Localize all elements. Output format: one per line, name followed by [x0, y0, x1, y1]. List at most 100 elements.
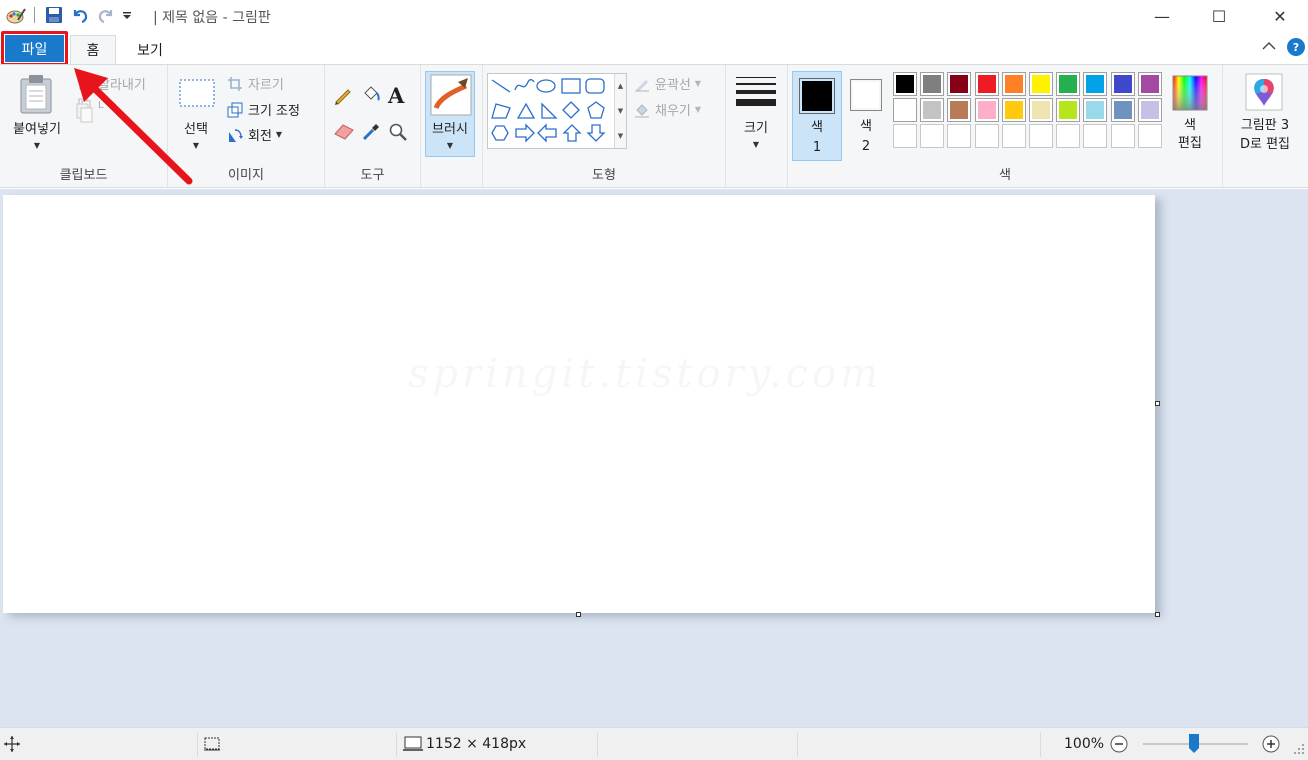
outline-button[interactable]: 윤곽선 ▼ [633, 74, 701, 93]
resize-handle-right[interactable] [1155, 401, 1160, 406]
tab-home[interactable]: 홈 [70, 35, 116, 64]
watermark-text: springit.tistory.com [408, 351, 882, 397]
palette-swatch[interactable] [1001, 72, 1026, 96]
fill-bucket-icon[interactable] [361, 85, 381, 109]
zoom-in-icon[interactable] [1262, 735, 1280, 757]
shape-gallery[interactable]: ▲ ▼ ▼ [487, 73, 627, 149]
color-picker-icon[interactable] [361, 122, 381, 146]
shapes-group-label: 도형 [592, 168, 616, 183]
rotate-button[interactable]: 회전 ▼ [226, 125, 282, 144]
palette-empty-slot[interactable] [893, 124, 917, 148]
color1-label: 색 [811, 120, 823, 135]
close-button[interactable]: ✕ [1257, 0, 1303, 32]
zoom-out-icon[interactable] [1110, 735, 1128, 757]
pencil-icon[interactable] [333, 85, 353, 109]
fill-label: 채우기 [655, 104, 691, 119]
select-icon[interactable] [179, 79, 215, 111]
undo-icon[interactable] [71, 6, 89, 28]
resize-handle-corner[interactable] [1155, 612, 1160, 617]
paste-icon[interactable] [18, 73, 56, 119]
window-title: | 제목 없음 - 그림판 [153, 10, 271, 26]
palette-empty-slot[interactable] [1083, 124, 1108, 148]
palette-swatch[interactable] [974, 98, 999, 122]
tab-file[interactable]: 파일 [5, 35, 64, 62]
copy-hint: L [98, 99, 104, 111]
palette-swatch[interactable] [1083, 72, 1108, 96]
brush-button[interactable]: 브러시 ▼ [425, 71, 475, 157]
palette-swatch[interactable] [974, 72, 999, 96]
resize-handle-bottom[interactable] [576, 612, 581, 617]
redo-icon[interactable] [97, 6, 115, 28]
zoom-percent: 100% [1064, 736, 1105, 752]
gallery-expand-icon[interactable]: ▼ [618, 132, 623, 140]
paint-app-icon[interactable] [6, 6, 26, 30]
scroll-down-icon[interactable]: ▼ [618, 107, 623, 115]
help-icon[interactable]: ? [1287, 38, 1305, 56]
text-tool-icon[interactable]: A [388, 83, 404, 108]
edit-with-paint3d-button[interactable]: 그림판 3 D로 편집 [1227, 73, 1303, 159]
paint3d-icon [1245, 73, 1283, 115]
palette-empty-slot[interactable] [947, 124, 972, 148]
chevron-down-icon: ▼ [446, 141, 454, 150]
chevron-down-icon: ▼ [694, 79, 702, 88]
chevron-down-icon: ▼ [275, 130, 283, 139]
palette-swatch[interactable] [1137, 98, 1162, 122]
select-button[interactable]: 선택 ▼ [174, 118, 218, 152]
resize-button[interactable]: 크기 조정 [226, 100, 300, 119]
zoom-slider-thumb[interactable] [1188, 733, 1200, 754]
fill-button[interactable]: 채우기 ▼ [633, 100, 701, 119]
select-label: 선택 [184, 122, 208, 137]
palette-swatch[interactable] [1029, 72, 1053, 96]
drawing-canvas[interactable]: springit.tistory.com [3, 195, 1155, 613]
palette-swatch[interactable] [1110, 98, 1135, 122]
color2-button[interactable]: 색 2 [846, 71, 888, 161]
shape-gallery-scrollbar[interactable]: ▲ ▼ ▼ [614, 74, 626, 148]
paste-label: 붙여넣기 [13, 122, 61, 137]
eraser-icon[interactable] [333, 122, 355, 144]
palette-swatch[interactable] [1110, 72, 1135, 96]
palette-empty-slot[interactable] [974, 124, 999, 148]
maximize-button[interactable]: ☐ [1196, 0, 1242, 32]
palette-swatch[interactable] [1056, 72, 1081, 96]
size-button[interactable]: 크기 ▼ [730, 71, 782, 157]
resize-grip-icon[interactable] [1294, 742, 1306, 760]
paste-button[interactable]: 붙여넣기 ▼ [6, 118, 68, 152]
crop-label: 자르기 [248, 78, 284, 93]
palette-swatch[interactable] [920, 72, 945, 96]
color1-button[interactable]: 색 1 [792, 71, 842, 161]
edit-colors-button[interactable]: 색 편집 [1168, 73, 1212, 159]
colors-group-label: 색 [999, 168, 1011, 183]
palette-swatch[interactable] [1083, 98, 1108, 122]
crop-button[interactable]: 자르기 [226, 74, 284, 93]
status-bar: 1152 × 418px 100% [0, 727, 1308, 760]
outline-label: 윤곽선 [655, 78, 691, 93]
save-icon[interactable] [45, 6, 63, 28]
palette-swatch[interactable] [920, 98, 945, 122]
palette-empty-slot[interactable] [920, 124, 945, 148]
palette-swatch[interactable] [947, 98, 972, 122]
palette-swatch[interactable] [893, 72, 917, 96]
tab-view[interactable]: 보기 [122, 35, 178, 64]
palette-swatch[interactable] [1001, 98, 1026, 122]
palette-empty-slot[interactable] [1029, 124, 1053, 148]
palette-swatch[interactable] [1029, 98, 1053, 122]
cut-label: 잘라내기 [98, 78, 146, 93]
palette-empty-slot[interactable] [1137, 124, 1162, 148]
customize-quick-access-icon[interactable] [122, 10, 132, 25]
palette-empty-slot[interactable] [1056, 124, 1081, 148]
scroll-up-icon[interactable]: ▲ [618, 82, 623, 90]
magnifier-icon[interactable] [388, 122, 408, 146]
palette-empty-slot[interactable] [1001, 124, 1026, 148]
color2-label: 색 [860, 119, 872, 134]
collapse-ribbon-icon[interactable] [1262, 40, 1276, 54]
palette-swatch[interactable] [1137, 72, 1162, 96]
copy-small-icon [76, 103, 94, 127]
palette-empty-slot[interactable] [1110, 124, 1135, 148]
palette-swatch[interactable] [1056, 98, 1081, 122]
minimize-button[interactable]: — [1139, 0, 1185, 32]
cut-button[interactable]: 잘라내기 [76, 74, 146, 93]
palette-swatch[interactable] [947, 72, 972, 96]
cursor-position-icon [3, 735, 21, 757]
palette-swatch[interactable] [893, 98, 917, 122]
edit-colors-label-2: 편집 [1178, 136, 1202, 151]
